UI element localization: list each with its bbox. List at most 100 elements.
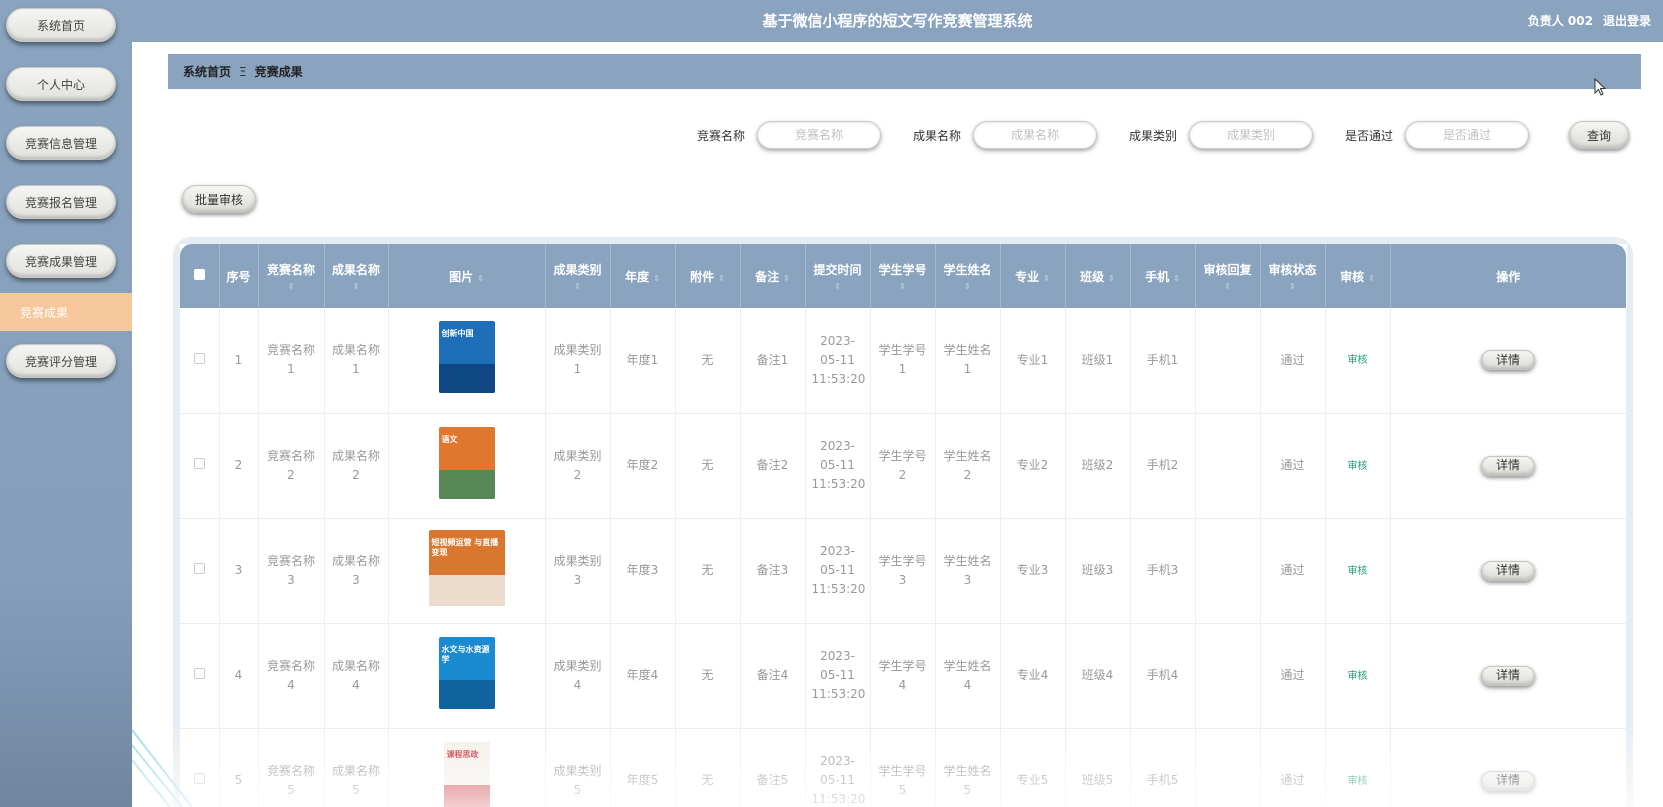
row-checkbox[interactable] xyxy=(193,352,205,364)
sort-icon[interactable]: ⇕ xyxy=(1368,274,1375,283)
cell-index: 4 xyxy=(219,623,259,729)
cell-student-name: 学生姓名3 xyxy=(935,518,1001,624)
passed-input[interactable] xyxy=(1405,121,1529,149)
sort-icon[interactable]: ⇕ xyxy=(327,282,386,292)
audit-link[interactable]: 审核 xyxy=(1348,461,1368,472)
cell-class: 班级2 xyxy=(1065,413,1131,519)
sort-icon[interactable]: ⇕ xyxy=(477,274,484,283)
cell-category: 成果类别2 xyxy=(545,413,611,519)
query-button[interactable]: 查询 xyxy=(1569,121,1629,149)
row-checkbox[interactable] xyxy=(193,668,205,679)
col-header-student-name[interactable]: 学生姓名 ⇕ xyxy=(935,244,1001,308)
cell-student-name: 学生姓名2 xyxy=(935,413,1001,519)
row-checkbox[interactable] xyxy=(193,458,205,469)
col-header-attachment[interactable]: 附件 ⇕ xyxy=(675,244,741,308)
cell-index: 3 xyxy=(219,518,259,624)
row-select-cell[interactable] xyxy=(180,413,220,519)
row-select-cell[interactable] xyxy=(180,308,220,414)
sidebar-item-achievements-active[interactable]: 竞赛成果 xyxy=(0,293,132,331)
breadcrumb-separator: Ξ xyxy=(239,64,247,79)
col-header-audit[interactable]: 审核 ⇕ xyxy=(1325,244,1391,308)
cell-category: 成果类别1 xyxy=(545,308,611,414)
cell-competition: 竞赛名称2 xyxy=(258,413,325,519)
detail-button[interactable]: 详情 xyxy=(1481,560,1535,581)
detail-button[interactable]: 详情 xyxy=(1481,665,1535,686)
col-header-image[interactable]: 图片 ⇕ xyxy=(388,244,546,308)
detail-button[interactable]: 详情 xyxy=(1481,455,1535,476)
col-header-reply[interactable]: 审核回复 ⇕ xyxy=(1195,244,1261,308)
breadcrumb-current: 竞赛成果 xyxy=(254,65,303,79)
col-header-year[interactable]: 年度 ⇕ xyxy=(610,244,676,308)
table-row: 2 竞赛名称2 成果名称2 语文 成果类别2 年度2 无备注2 2023-05-11 11:5… xyxy=(180,413,1627,519)
row-select-cell[interactable] xyxy=(180,518,220,624)
sort-icon[interactable]: ⇕ xyxy=(938,282,998,292)
book-cover-image[interactable]: 语文 xyxy=(438,426,495,499)
cell-major: 专业4 xyxy=(1000,623,1066,729)
select-all-cell[interactable] xyxy=(180,244,220,308)
sort-icon[interactable]: ⇕ xyxy=(1198,282,1258,292)
col-header-class[interactable]: 班级 ⇕ xyxy=(1065,244,1131,308)
cell-competition: 竞赛名称5 xyxy=(258,728,325,807)
book-cover-image[interactable]: 水文与水资源学 xyxy=(438,636,495,709)
sort-icon[interactable]: ⇕ xyxy=(1108,274,1115,283)
col-header-time[interactable]: 提交时间 ⇕ xyxy=(805,244,871,308)
cell-category: 成果类别5 xyxy=(545,728,611,807)
audit-link[interactable]: 审核 xyxy=(1348,566,1368,577)
sort-icon[interactable]: ⇕ xyxy=(548,282,608,292)
audit-cell: 审核 xyxy=(1325,413,1391,519)
cover-image-cell: 短视频运营 与直播变现 xyxy=(388,518,546,624)
col-header-status[interactable]: 审核状态 ⇕ xyxy=(1260,244,1326,308)
row-checkbox[interactable] xyxy=(193,563,205,574)
col-header-category[interactable]: 成果类别 ⇕ xyxy=(545,244,611,308)
sort-icon[interactable]: ⇕ xyxy=(873,282,933,292)
batch-audit-button[interactable]: 批量审核 xyxy=(182,185,256,213)
sort-icon[interactable]: ⇕ xyxy=(261,282,322,292)
cell-category: 成果类别3 xyxy=(545,518,611,624)
row-select-cell[interactable] xyxy=(180,623,220,729)
row-checkbox[interactable] xyxy=(193,773,205,784)
sort-icon[interactable]: ⇕ xyxy=(783,274,790,283)
audit-cell: 审核 xyxy=(1325,623,1391,729)
book-cover-image[interactable]: 课程思政 xyxy=(443,741,490,807)
sort-icon[interactable]: ⇕ xyxy=(1173,274,1180,283)
audit-link[interactable]: 审核 xyxy=(1348,671,1368,682)
col-header-phone[interactable]: 手机 ⇕ xyxy=(1130,244,1196,308)
sidebar-item-achievement-management[interactable]: 竞赛成果管理 xyxy=(6,244,116,278)
detail-button[interactable]: 详情 xyxy=(1481,350,1535,371)
audit-link[interactable]: 审核 xyxy=(1348,355,1368,366)
detail-button[interactable]: 详情 xyxy=(1481,770,1535,791)
sidebar-item-competition-info[interactable]: 竞赛信息管理 xyxy=(6,126,116,160)
cover-image-cell: 课程思政 xyxy=(388,728,546,807)
col-header-action: 操作 xyxy=(1390,244,1626,308)
sidebar-item-home[interactable]: 系统首页 xyxy=(6,8,116,42)
sidebar-item-scoring[interactable]: 竞赛评分管理 xyxy=(6,344,116,378)
cell-major: 专业2 xyxy=(1000,413,1066,519)
sort-icon[interactable]: ⇕ xyxy=(1043,274,1050,283)
book-cover-image[interactable]: 创新中国 xyxy=(438,321,495,394)
cell-phone: 手机3 xyxy=(1130,518,1196,624)
cell-reply xyxy=(1195,518,1261,624)
col-header-achievement[interactable]: 成果名称 ⇕ xyxy=(324,244,389,308)
col-header-note[interactable]: 备注 ⇕ xyxy=(740,244,806,308)
sort-icon[interactable]: ⇕ xyxy=(808,282,868,292)
audit-link[interactable]: 审核 xyxy=(1348,776,1368,787)
col-header-student-no[interactable]: 学生学号 ⇕ xyxy=(870,244,936,308)
logout-link[interactable]: 退出登录 xyxy=(1603,12,1651,29)
col-header-competition[interactable]: 竞赛名称 ⇕ xyxy=(258,244,325,308)
col-header-major[interactable]: 专业 ⇕ xyxy=(1000,244,1066,308)
cell-year: 年度2 xyxy=(610,413,676,519)
achievement-name-input[interactable] xyxy=(972,121,1097,149)
sort-icon[interactable]: ⇕ xyxy=(1263,282,1323,292)
table-row: 1 竞赛名称1 成果名称1 创新中国 成果类别1 年度1 无备注1 2023-05-11 11… xyxy=(180,308,1627,414)
select-all-checkbox[interactable] xyxy=(193,269,205,280)
cell-class: 班级1 xyxy=(1065,308,1131,414)
sort-icon[interactable]: ⇕ xyxy=(718,274,725,283)
book-cover-image[interactable]: 短视频运营 与直播变现 xyxy=(428,529,505,606)
sidebar-item-registration[interactable]: 竞赛报名管理 xyxy=(6,185,116,219)
breadcrumb-home[interactable]: 系统首页 xyxy=(183,63,231,80)
achievement-category-input[interactable] xyxy=(1188,121,1313,149)
sidebar-item-profile[interactable]: 个人中心 xyxy=(6,67,116,101)
action-cell: 详情 xyxy=(1390,623,1627,729)
competition-name-input[interactable] xyxy=(756,121,881,149)
sort-icon[interactable]: ⇕ xyxy=(653,274,660,283)
